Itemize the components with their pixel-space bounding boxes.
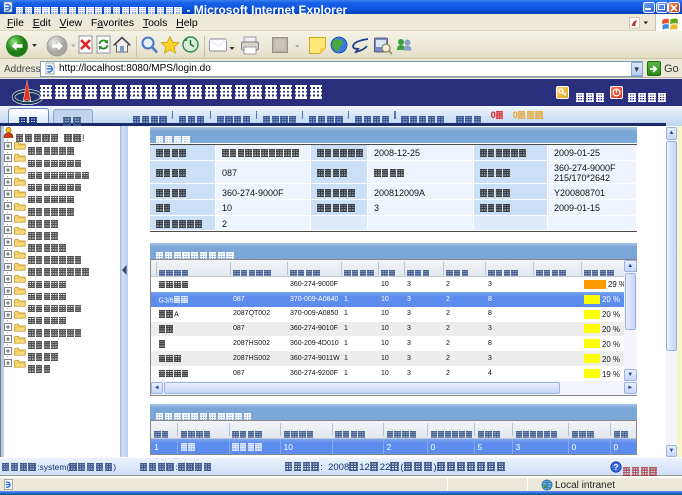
svg-text:?: ?	[613, 462, 618, 472]
